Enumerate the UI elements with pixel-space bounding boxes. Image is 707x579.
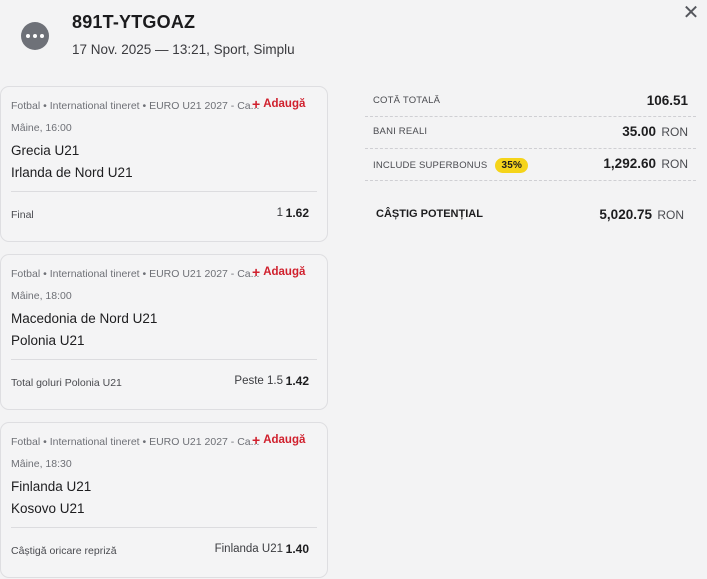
odd-value: 1.42 <box>285 374 309 388</box>
total-odds-value: 106.51 <box>647 93 688 108</box>
total-odds-row: COTĂ TOTALĂ 106.51 <box>365 86 696 118</box>
team-home: Grecia U21 <box>11 143 80 158</box>
add-label: Adaugă <box>263 434 306 446</box>
plus-icon: + <box>252 264 261 280</box>
event-card: Fotbal • International tineret • EURO U2… <box>0 86 328 242</box>
event-breadcrumb: Fotbal • International tineret • EURO U2… <box>11 268 260 280</box>
market-name: Final <box>11 209 34 221</box>
odd-value: 1.62 <box>285 206 309 220</box>
team-home: Finlanda U21 <box>11 479 92 494</box>
ticket-header: 891T-YTGOAZ 17 Nov. 2025 — 13:21, Sport,… <box>0 0 707 80</box>
superbonus-value: 1,292.60 RON <box>603 156 688 171</box>
superbonus-row: INCLUDE SUPERBONUS 35% 1,292.60 RON <box>365 149 696 181</box>
real-money-value: 35.00 RON <box>622 124 688 139</box>
team-away: Kosovo U21 <box>11 501 85 516</box>
superbonus-label: INCLUDE SUPERBONUS <box>373 160 488 171</box>
add-label: Adaugă <box>263 266 306 278</box>
divider <box>11 191 317 192</box>
currency: RON <box>658 157 688 171</box>
selection: Finlanda U21 <box>214 543 283 555</box>
ticket-meta: 17 Nov. 2025 — 13:21, Sport, Simplu <box>72 42 295 57</box>
real-money-number: 35.00 <box>622 124 656 139</box>
potential-win-label: CÂȘTIG POTENȚIAL <box>376 208 483 220</box>
total-odds-label: COTĂ TOTALĂ <box>373 95 441 106</box>
potential-win-row: CÂȘTIG POTENȚIAL 5,020.75 RON <box>365 200 696 230</box>
plus-icon: + <box>252 96 261 112</box>
superbonus-badge: 35% <box>495 158 529 173</box>
event-card: Fotbal • International tineret • EURO U2… <box>0 254 328 410</box>
market-name: Total goluri Polonia U21 <box>11 377 122 389</box>
real-money-row: BANI REALI 35.00 RON <box>365 117 696 149</box>
add-button[interactable]: + Adaugă <box>252 432 306 448</box>
dot <box>26 34 30 38</box>
real-money-label: BANI REALI <box>373 126 428 137</box>
superbonus-number: 1,292.60 <box>603 156 656 171</box>
event-time: Mâine, 18:30 <box>11 458 72 470</box>
close-icon[interactable]: ✕ <box>682 3 700 23</box>
odd-value: 1.40 <box>285 542 309 556</box>
add-button[interactable]: + Adaugă <box>252 96 306 112</box>
dot <box>40 34 44 38</box>
currency: RON <box>654 208 684 222</box>
market-name: Câștigă oricare repriză <box>11 545 117 557</box>
event-breadcrumb: Fotbal • International tineret • EURO U2… <box>11 436 260 448</box>
potential-win-number: 5,020.75 <box>599 207 652 222</box>
plus-icon: + <box>252 432 261 448</box>
ticket-id: 891T-YTGOAZ <box>72 12 196 32</box>
selection: Peste 1.5 <box>234 375 283 387</box>
total-odds-number: 106.51 <box>646 93 688 108</box>
event-time: Mâine, 16:00 <box>11 122 72 134</box>
superbonus-label-group: INCLUDE SUPERBONUS 35% <box>373 158 529 173</box>
add-label: Adaugă <box>263 98 306 110</box>
team-away: Irlanda de Nord U21 <box>11 165 133 180</box>
currency-label: RON <box>661 125 688 139</box>
currency: RON <box>658 125 688 139</box>
more-options-icon[interactable] <box>21 22 49 50</box>
selection: 1 <box>276 207 283 219</box>
currency-label: RON <box>661 157 688 171</box>
dashed-divider <box>365 180 696 181</box>
team-away: Polonia U21 <box>11 333 85 348</box>
divider <box>11 527 317 528</box>
add-button[interactable]: + Adaugă <box>252 264 306 280</box>
team-home: Macedonia de Nord U21 <box>11 311 158 326</box>
event-card: Fotbal • International tineret • EURO U2… <box>0 422 328 578</box>
event-breadcrumb: Fotbal • International tineret • EURO U2… <box>11 100 260 112</box>
currency-label: RON <box>657 208 684 222</box>
event-time: Mâine, 18:00 <box>11 290 72 302</box>
potential-win-value: 5,020.75 RON <box>599 207 684 222</box>
dot <box>33 34 37 38</box>
divider <box>11 359 317 360</box>
